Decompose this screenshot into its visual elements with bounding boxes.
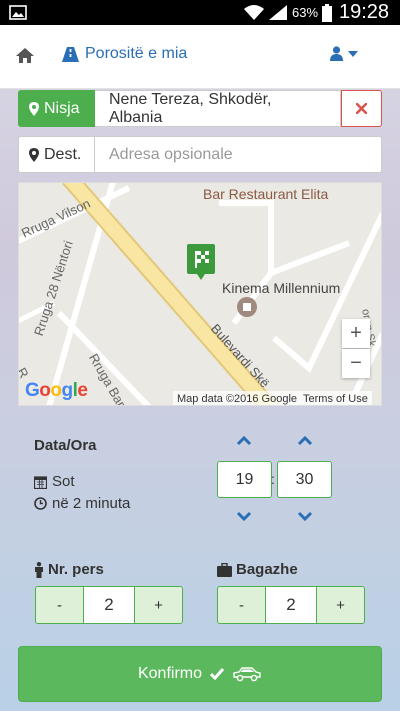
google-logo: Google [25, 380, 88, 401]
origin-addon: Nisja [18, 90, 95, 127]
status-clock: 19:28 [339, 1, 390, 23]
confirm-label: Konfirmo [137, 665, 203, 682]
datetime-relative-row: në 2 minuta [34, 495, 130, 512]
destination-input-group: Dest. Adresa opsionale [18, 136, 382, 173]
datetime-day-row: Sot [34, 473, 75, 490]
zoom-in-button[interactable]: + [342, 319, 370, 348]
time-separator: : [271, 471, 275, 487]
minute-up-chevron-icon[interactable] [297, 436, 313, 446]
image-icon [9, 5, 27, 20]
origin-field[interactable]: Nene Tereza, Shkodër, Albania [95, 90, 341, 127]
cinema-poi-icon [237, 297, 257, 317]
persons-value[interactable]: 2 [83, 587, 135, 623]
battery-icon [322, 4, 332, 22]
map-attribution: Map data ©2016 Google Terms of Use [173, 391, 372, 405]
clear-origin-button[interactable] [341, 90, 382, 127]
datetime-relative: në 2 minuta [52, 495, 131, 512]
battery-percent: 63% [292, 5, 319, 20]
origin-label: Nisja [44, 99, 80, 117]
map-marker-icon [29, 101, 39, 116]
luggage-counter: - 2 + [217, 586, 365, 624]
datetime-title: Data/Ora [34, 437, 97, 454]
close-icon [356, 103, 367, 114]
briefcase-icon [217, 562, 232, 577]
luggage-value[interactable]: 2 [265, 587, 317, 623]
clock-icon [34, 497, 47, 510]
my-orders-link[interactable]: Porositë e mia [62, 45, 187, 63]
persons-label-row: Nr. pers [34, 561, 104, 578]
poi-kinema: Kinema Millennium [222, 280, 341, 296]
caret-down-icon [348, 50, 358, 57]
poi-bar-restaurant: Bar Restaurant Elita [203, 186, 329, 202]
hour-down-chevron-icon[interactable] [236, 511, 252, 521]
calendar-icon [34, 475, 47, 489]
top-navbar: Porositë e mia [0, 25, 400, 89]
map-marker-icon [29, 147, 39, 162]
minute-input[interactable]: 30 [277, 461, 332, 498]
car-icon [233, 667, 261, 682]
datetime-day: Sot [52, 473, 75, 490]
luggage-plus-button[interactable]: + [317, 587, 364, 623]
luggage-label-row: Bagazhe [217, 561, 298, 578]
map-view[interactable]: Bar Restaurant Elita Kinema Millennium R… [18, 182, 382, 406]
zoom-out-button[interactable]: − [342, 349, 370, 378]
signal-icon [269, 5, 287, 20]
minute-down-chevron-icon[interactable] [297, 511, 313, 521]
persons-plus-button[interactable]: + [135, 587, 182, 623]
destination-field[interactable]: Adresa opsionale [95, 136, 382, 173]
road-icon [62, 46, 79, 62]
checkmark-icon [210, 668, 225, 680]
home-icon[interactable] [15, 47, 35, 64]
person-icon [35, 561, 43, 578]
hour-up-chevron-icon[interactable] [236, 436, 252, 446]
map-data-text: Map data ©2016 Google [177, 392, 298, 405]
luggage-minus-button[interactable]: - [218, 587, 265, 623]
origin-input-group: Nisja Nene Tereza, Shkodër, Albania [18, 90, 382, 127]
persons-minus-button[interactable]: - [36, 587, 83, 623]
terms-of-use-link[interactable]: Terms of Use [303, 393, 368, 405]
destination-addon: Dest. [18, 136, 95, 173]
status-bar: 63% 19:28 [0, 0, 400, 25]
wifi-icon [244, 5, 264, 20]
user-icon [330, 46, 343, 61]
persons-counter: - 2 + [35, 586, 183, 624]
luggage-label: Bagazhe [236, 561, 298, 578]
user-menu-button[interactable] [330, 46, 358, 61]
destination-label: Dest. [44, 145, 82, 163]
my-orders-label: Porositë e mia [85, 45, 188, 62]
checkered-flag-marker-icon[interactable] [187, 244, 215, 280]
confirm-button[interactable]: Konfirmo [18, 646, 382, 702]
persons-label: Nr. pers [48, 561, 104, 578]
hour-input[interactable]: 19 [217, 461, 272, 498]
